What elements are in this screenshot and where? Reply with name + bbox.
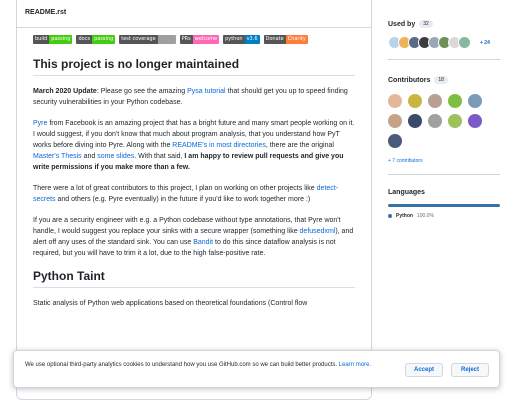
used-by-count: 32 [419, 20, 433, 28]
cookie-banner: We use optional third-party analytics co… [13, 350, 500, 388]
contributor-avatar[interactable] [408, 94, 422, 108]
badge-python[interactable]: python v3.6 [223, 35, 260, 44]
language-python[interactable]: Python 100.0% [388, 213, 500, 219]
contributor-avatar[interactable] [468, 94, 482, 108]
link-some-slides[interactable]: some slides [97, 153, 134, 160]
badge-build[interactable]: build passing [33, 35, 73, 44]
contributor-avatar[interactable] [448, 114, 462, 128]
paragraph-static-analysis: Static analysis of Python web applicatio… [33, 300, 308, 307]
contributors-count: 18 [434, 76, 448, 84]
badge-donate[interactable]: Donate Charity [263, 35, 308, 44]
badge-row: build passing docs passing test coverage P… [33, 35, 355, 44]
cookie-text: We use optional third-party analytics co… [25, 362, 372, 368]
contributors-title[interactable]: Contributors [388, 77, 430, 84]
link-defusedxml[interactable]: defusedxml [300, 228, 336, 235]
link-masters-thesis[interactable]: Master's Thesis [33, 153, 82, 160]
contributors-section: Contributors 18 + 7 contributors [388, 60, 500, 175]
contributor-avatar[interactable] [408, 114, 422, 128]
paragraph-march-update: March 2020 Update: Please go see the ama… [33, 88, 348, 106]
languages-section: Languages Python 100.0% [388, 175, 500, 219]
language-color-dot [388, 214, 392, 218]
contributor-avatar[interactable] [468, 114, 482, 128]
used-by-more-link[interactable]: + 24 [480, 40, 490, 46]
paragraph-contributors: There were a lot of great contributors t… [33, 185, 339, 203]
used-by-title[interactable]: Used by [388, 21, 415, 28]
languages-title: Languages [388, 189, 425, 196]
link-pyre[interactable]: Pyre [33, 120, 47, 127]
contributor-avatar[interactable] [428, 114, 442, 128]
paragraph-pyre: Pyre from Facebook is an amazing project… [33, 120, 355, 171]
more-contributors-link[interactable]: + 7 contributors [388, 158, 500, 164]
badge-prs[interactable]: PRs welcome [179, 35, 220, 44]
used-by-avatars: + 24 [388, 36, 500, 49]
contributor-avatar[interactable] [388, 114, 402, 128]
heading-python-taint: Python Taint [33, 269, 355, 288]
contributors-avatars [388, 94, 500, 148]
learn-more-link[interactable]: Learn more. [339, 362, 371, 368]
link-pysa-tutorial[interactable]: Pysa tutorial [187, 88, 226, 95]
languages-bar [388, 204, 500, 207]
reject-button[interactable]: Reject [451, 363, 489, 377]
used-by-section: Used by 32 + 24 [388, 0, 500, 60]
heading-not-maintained: This project is no longer maintained [33, 57, 355, 76]
readme-body: build passing docs passing test coverage P… [17, 28, 371, 309]
readme-box: README.rst build passing docs passing test… [16, 0, 372, 400]
contributor-avatar[interactable] [428, 94, 442, 108]
readme-filename: README.rst [17, 0, 371, 28]
contributor-avatar[interactable] [448, 94, 462, 108]
contributor-avatar[interactable] [388, 134, 402, 148]
badge-test-coverage[interactable]: test coverage [119, 35, 176, 44]
link-bandit[interactable]: Bandit [193, 239, 213, 246]
contributor-avatar[interactable] [388, 94, 402, 108]
paragraph-security-engineer: If you are a security engineer with e.g.… [33, 217, 354, 257]
used-by-avatar[interactable] [458, 36, 471, 49]
sidebar: Used by 32 + 24 Contributors 18 + 7 cont… [388, 0, 500, 219]
link-readmes[interactable]: README's in most directories [172, 142, 266, 149]
accept-button[interactable]: Accept [405, 363, 443, 377]
badge-docs[interactable]: docs passing [76, 35, 116, 44]
